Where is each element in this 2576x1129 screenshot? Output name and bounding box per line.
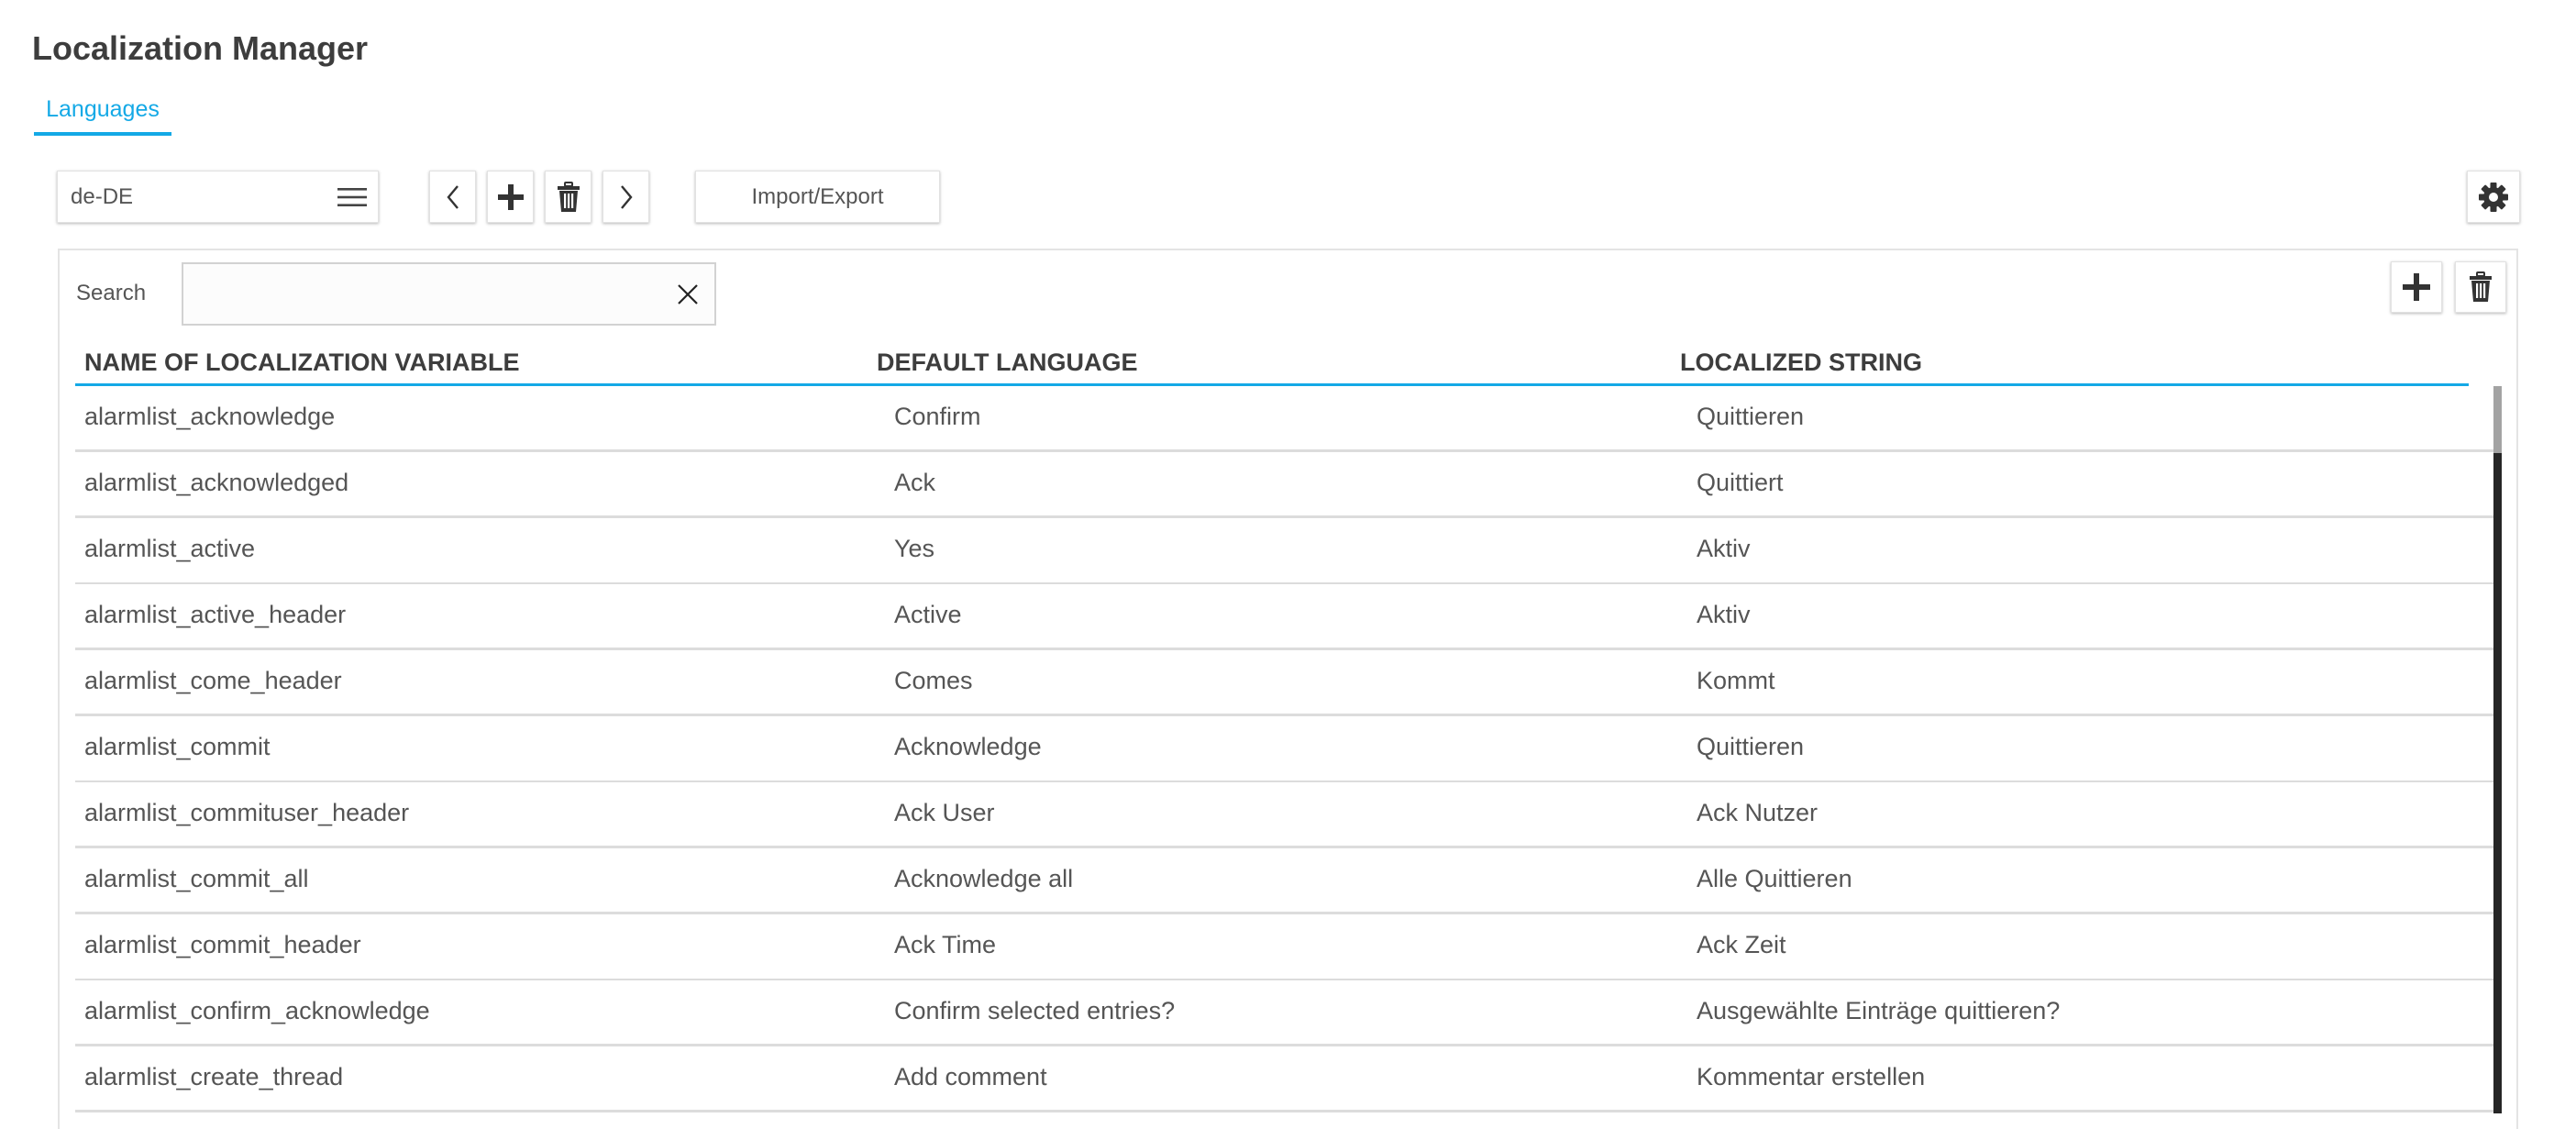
cell-variable-name: alarmlist_acknowledged	[84, 469, 349, 496]
cell-localized-string[interactable]: Ack Zeit	[1697, 931, 1786, 959]
table-row[interactable]: alarmlist_acknowledged Ack Quittiert	[75, 452, 2493, 518]
trash-icon	[557, 181, 580, 213]
close-icon[interactable]	[676, 282, 700, 306]
cell-localized-string[interactable]: Aktiv	[1697, 601, 1751, 629]
plus-icon	[2403, 273, 2430, 301]
search-input[interactable]	[183, 264, 638, 321]
cell-default-language: Acknowledge all	[894, 865, 1074, 892]
table-scrollbar[interactable]	[2493, 386, 2502, 1113]
scrollbar-thumb[interactable]	[2493, 386, 2502, 453]
cell-default-language: Confirm selected entries?	[894, 997, 1176, 1024]
cell-default-language: Comes	[894, 667, 973, 694]
table-row[interactable]: alarmlist_come_header Comes Kommt	[75, 650, 2493, 716]
cell-default-language: Acknowledge	[894, 733, 1042, 760]
cell-localized-string[interactable]: Quittiert	[1697, 469, 1784, 497]
plus-icon	[497, 183, 524, 212]
tab-languages[interactable]: Languages	[34, 90, 171, 136]
gear-icon	[2478, 182, 2509, 213]
search-label: Search	[76, 281, 147, 305]
cell-variable-name: alarmlist_create_thread	[84, 1063, 344, 1090]
cell-localized-string[interactable]: Quittieren	[1697, 733, 1804, 761]
cell-default-language: Active	[894, 601, 962, 628]
language-select-value: de-DE	[71, 183, 134, 209]
table-row[interactable]: alarmlist_commituser_header Ack User Ack N…	[75, 782, 2493, 848]
table-row[interactable]: alarmlist_commit Acknowledge Quittieren	[75, 716, 2493, 782]
table-row[interactable]: alarmlist_acknowledge Confirm Quittieren	[75, 386, 2493, 452]
add-language-button[interactable]	[487, 171, 534, 223]
language-select[interactable]: de-DE	[57, 171, 379, 223]
column-header-name[interactable]: NAME OF LOCALIZATION VARIABLE	[84, 349, 519, 377]
table-body: alarmlist_acknowledge Confirm Quittieren al…	[75, 386, 2493, 1113]
chevron-left-icon	[446, 184, 459, 210]
cell-variable-name: alarmlist_come_header	[84, 667, 342, 694]
cell-default-language: Ack	[894, 469, 936, 496]
cell-variable-name: alarmlist_acknowledge	[84, 403, 336, 430]
cell-localized-string[interactable]: Ausgewählte Einträge quittieren?	[1697, 997, 2060, 1025]
cell-localized-string[interactable]: Kommentar erstellen	[1697, 1063, 1925, 1091]
settings-button[interactable]	[2467, 171, 2520, 223]
import-export-button[interactable]: Import/Export	[695, 171, 940, 223]
table-header: NAME OF LOCALIZATION VARIABLE DEFAULT LA…	[75, 345, 2469, 386]
cell-default-language: Yes	[894, 535, 935, 562]
delete-language-button[interactable]	[545, 171, 591, 223]
cell-variable-name: alarmlist_active	[84, 535, 256, 562]
trash-icon	[2468, 271, 2493, 303]
cell-default-language: Add comment	[894, 1063, 1047, 1090]
cell-localized-string[interactable]: Quittieren	[1697, 403, 1804, 431]
column-header-localized-string[interactable]: LOCALIZED STRING	[1680, 349, 1922, 377]
previous-language-button[interactable]	[429, 171, 476, 223]
cell-variable-name: alarmlist_commit_all	[84, 865, 309, 892]
cell-variable-name: alarmlist_confirm_acknowledge	[84, 997, 430, 1024]
table-row[interactable]: alarmlist_create_thread Add comment Kommen…	[75, 1046, 2493, 1112]
cell-default-language: Confirm	[894, 403, 981, 430]
cell-variable-name: alarmlist_active_header	[84, 601, 347, 628]
cell-localized-string[interactable]: Kommt	[1697, 667, 1775, 695]
search-field[interactable]	[182, 262, 716, 326]
table-row[interactable]: alarmlist_commit_all Acknowledge all Alle …	[75, 848, 2493, 914]
cell-variable-name: alarmlist_commituser_header	[84, 799, 410, 826]
delete-entry-button[interactable]	[2455, 261, 2506, 313]
page-title: Localization Manager	[32, 29, 369, 67]
cell-localized-string[interactable]: Aktiv	[1697, 535, 1751, 563]
hamburger-menu-icon	[337, 186, 367, 208]
chevron-right-icon	[620, 184, 633, 210]
add-entry-button[interactable]	[2391, 261, 2442, 313]
table-row[interactable]: alarmlist_confirm_acknowledge Confirm sel…	[75, 980, 2493, 1046]
cell-variable-name: alarmlist_commit_header	[84, 931, 361, 958]
table-row[interactable]: alarmlist_commit_header Ack Time Ack Zeit	[75, 914, 2493, 980]
table-row[interactable]: alarmlist_active Yes Aktiv	[75, 518, 2493, 584]
table-row[interactable]: alarmlist_active_header Active Aktiv	[75, 584, 2493, 650]
cell-localized-string[interactable]: Ack Nutzer	[1697, 799, 1818, 827]
column-header-default-language[interactable]: DEFAULT LANGUAGE	[877, 349, 1138, 377]
cell-variable-name: alarmlist_commit	[84, 733, 271, 760]
cell-default-language: Ack User	[894, 799, 995, 826]
cell-default-language: Ack Time	[894, 931, 997, 958]
next-language-button[interactable]	[603, 171, 649, 223]
cell-localized-string[interactable]: Alle Quittieren	[1697, 865, 1852, 893]
